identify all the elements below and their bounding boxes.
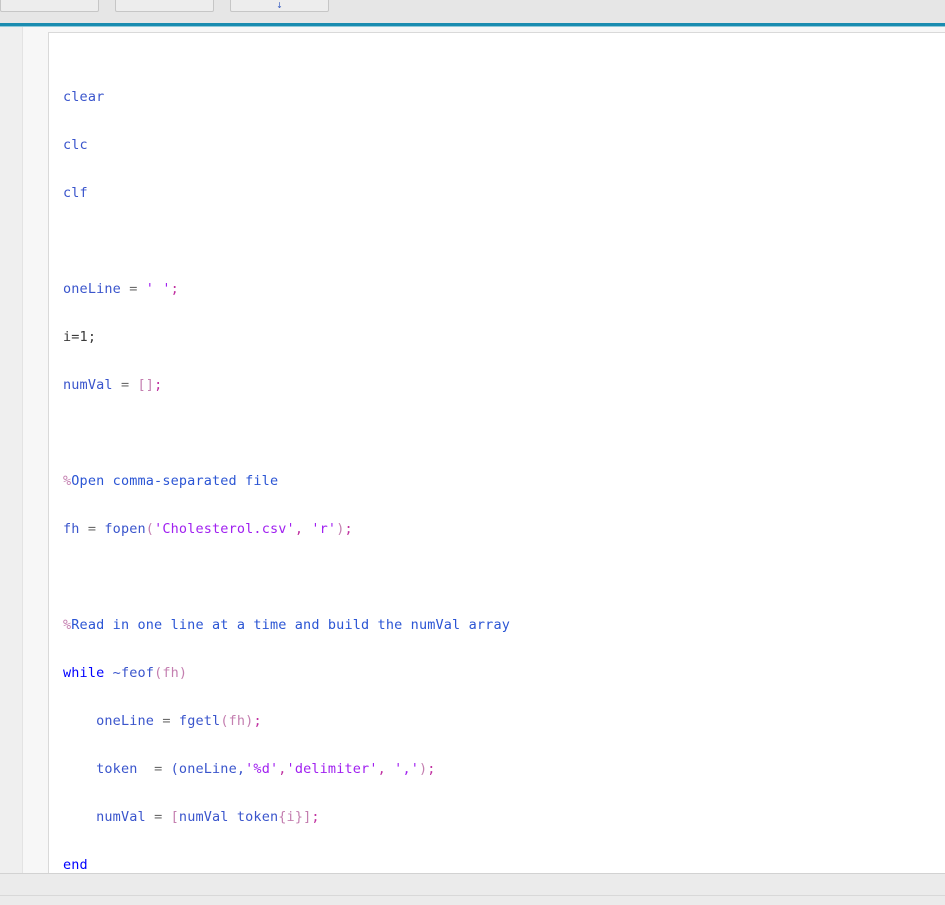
top-toolbar: ↓	[0, 0, 945, 24]
token-semicolon: ;	[253, 713, 262, 729]
token-brace-index: {i}]	[278, 809, 312, 825]
token-oneline-var: oneLine	[96, 713, 155, 729]
code-line-comment: %Read in one line at a time and build th…	[63, 613, 945, 637]
token-comma-string: ','	[394, 761, 420, 777]
toolbar-button-group: ↓	[0, 0, 329, 12]
token-i-assign: i=1;	[63, 329, 97, 345]
token-assign: =	[79, 521, 105, 537]
token-fgetl-args: (fh)	[220, 713, 254, 729]
code-line: i=1;	[63, 325, 945, 349]
code-line: clc	[63, 133, 945, 157]
toolbar-button-3[interactable]: ↓	[230, 0, 329, 12]
token-clear: clear	[63, 89, 105, 105]
token-fgetl: fgetl	[178, 713, 221, 729]
code-line: oneLine = ' ';	[63, 277, 945, 301]
token-fh-var: fh	[63, 521, 80, 537]
token-mode-string: 'r'	[311, 521, 337, 537]
token-end: end	[63, 857, 88, 873]
token-paren-close: )	[336, 521, 345, 537]
token-space-string: ' '	[145, 281, 171, 297]
code-line-comment: %Open comma-separated file	[63, 469, 945, 493]
token-comment-text: Open comma-separated file	[71, 473, 279, 489]
token-bracket-open: [	[170, 809, 179, 825]
token-semicolon: ;	[427, 761, 436, 777]
token-assign: =	[137, 761, 171, 777]
token-empty-brackets: []	[137, 377, 155, 393]
token-assign: =	[154, 713, 179, 729]
token-semicolon: ;	[170, 281, 179, 297]
code-editor: clear clc clf oneLine = ' '; i=1; numVal…	[0, 27, 945, 873]
token-token-var: token	[96, 761, 138, 777]
toolbar-button-2[interactable]	[115, 0, 214, 12]
token-oneline-var: oneLine	[63, 281, 121, 297]
token-semicolon: ;	[344, 521, 353, 537]
token-format-string: '%d'	[245, 761, 279, 777]
token-feof-args: (fh)	[154, 665, 188, 681]
token-textscan: (oneLine,	[170, 761, 246, 777]
status-bar-divider	[0, 895, 945, 896]
token-assign: =	[112, 377, 138, 393]
code-line: end	[63, 853, 945, 873]
token-delimiter-string: 'delimiter'	[286, 761, 378, 777]
token-clc: clc	[63, 137, 88, 153]
token-paren-open: (	[145, 521, 155, 537]
token-while: while	[63, 665, 105, 681]
editor-gutter[interactable]	[0, 27, 23, 873]
code-pane[interactable]: clear clc clf oneLine = ' '; i=1; numVal…	[48, 32, 945, 873]
token-assign: =	[120, 281, 146, 297]
token-clf: clf	[63, 185, 88, 201]
token-comma: ,	[377, 761, 395, 777]
status-bar	[0, 873, 945, 905]
token-comma: ,	[278, 761, 287, 777]
code-line: oneLine = fgetl(fh);	[63, 709, 945, 733]
code-line: numVal = [numVal token{i}];	[63, 805, 945, 829]
code-line: clear	[63, 85, 945, 109]
token-numval-token: numVal token	[178, 809, 279, 825]
code-line: clf	[63, 181, 945, 205]
toolbar-button-3-glyph: ↓	[276, 1, 283, 10]
code-line: while ~feof(fh)	[63, 661, 945, 685]
token-numval-var: numVal	[63, 377, 113, 393]
editor-gutter-pad	[23, 27, 48, 873]
token-fopen: fopen	[104, 521, 146, 537]
token-numval-var: numVal	[96, 809, 146, 825]
token-assign: =	[145, 809, 171, 825]
code-line: token = (oneLine,'%d','delimiter', ',');	[63, 757, 945, 781]
toolbar-button-1[interactable]	[0, 0, 99, 12]
token-semicolon: ;	[154, 377, 163, 393]
code-line: numVal = [];	[63, 373, 945, 397]
token-comma: ,	[294, 521, 312, 537]
code-line: fh = fopen('Cholesterol.csv', 'r');	[63, 517, 945, 541]
token-filename-string: 'Cholesterol.csv'	[154, 521, 295, 537]
token-feof: ~feof	[104, 665, 155, 681]
token-comment-text: Read in one line at a time and build the…	[71, 617, 510, 633]
token-semicolon: ;	[311, 809, 320, 825]
code-text[interactable]: clear clc clf oneLine = ' '; i=1; numVal…	[63, 37, 945, 873]
